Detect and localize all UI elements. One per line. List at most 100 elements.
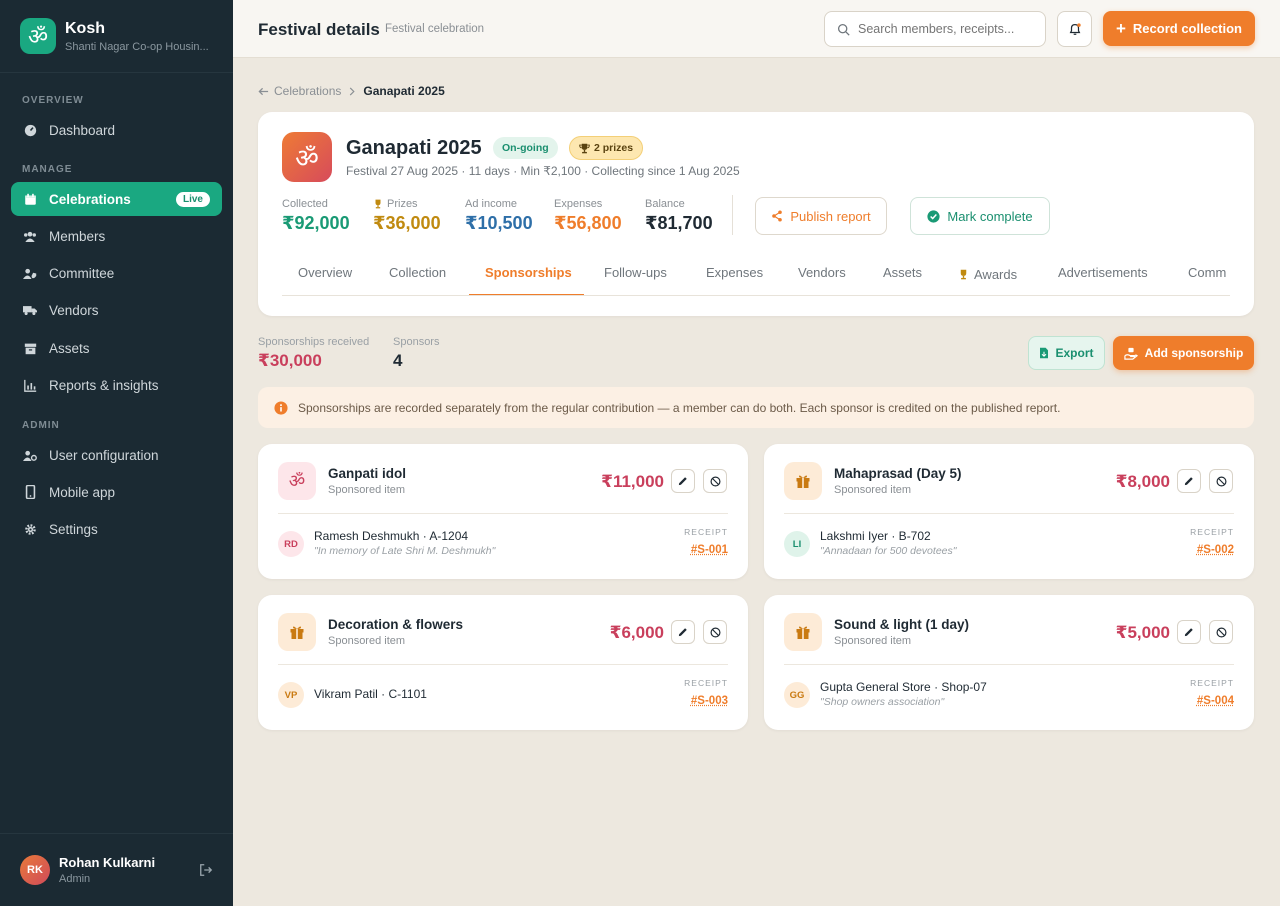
record-collection-label: Record collection	[1132, 21, 1242, 36]
sidebar: ॐ Kosh Shanti Nagar Co-op Housin... OVER…	[0, 0, 233, 906]
chevron-right-icon	[348, 86, 356, 96]
tab-follow-ups[interactable]: Follow-ups	[604, 265, 667, 280]
sponsor-avatar: VP	[278, 682, 304, 708]
users-icon	[23, 229, 37, 243]
sponsorship-amount: ₹6,000	[609, 623, 664, 642]
tab-sponsorships[interactable]: Sponsorships	[485, 265, 572, 280]
void-button[interactable]	[703, 620, 727, 644]
sponsorship-type: Sponsored item	[328, 635, 406, 647]
void-button[interactable]	[1209, 469, 1233, 493]
mark-complete-label: Mark complete	[947, 208, 1033, 224]
tab-collection[interactable]: Collection	[389, 265, 446, 280]
prizes-badge: 2 prizes	[569, 136, 644, 160]
publish-report-button[interactable]: Publish report	[755, 197, 887, 235]
check-circle-icon	[927, 209, 940, 223]
add-sponsorship-button[interactable]: Add sponsorship	[1113, 336, 1254, 370]
tab-overview[interactable]: Overview	[298, 265, 352, 280]
sidebar-item-label: Committee	[49, 265, 115, 281]
stat-label: Collected	[282, 198, 328, 210]
topbar: Festival details Festival celebration + …	[233, 0, 1280, 58]
gift-icon	[784, 462, 822, 500]
export-button[interactable]: Export	[1028, 336, 1105, 370]
divider	[278, 664, 728, 665]
sidebar-item-mobile-app[interactable]: Mobile app	[11, 475, 222, 509]
edit-button[interactable]	[671, 469, 695, 493]
breadcrumb-current: Ganapati 2025	[363, 84, 445, 98]
sidebar-item-assets[interactable]: Assets	[11, 331, 222, 365]
sidebar-item-reports[interactable]: Reports & insights	[11, 368, 222, 402]
sponsor-note: "Annadaan for 500 devotees"	[820, 545, 957, 557]
bell-icon	[1068, 22, 1082, 36]
receipt-link[interactable]: #S-004	[1197, 695, 1234, 707]
sidebar-item-vendors[interactable]: Vendors	[11, 293, 222, 327]
trophy-icon	[373, 199, 383, 209]
sidebar-item-celebrations[interactable]: Celebrations Live	[11, 182, 222, 216]
tab-label: Awards	[974, 267, 1018, 282]
active-tab-indicator	[469, 294, 584, 295]
ban-icon	[1216, 476, 1227, 487]
mark-complete-button[interactable]: Mark complete	[910, 197, 1050, 235]
tab-expenses[interactable]: Expenses	[706, 265, 763, 280]
add-sponsorship-label: Add sponsorship	[1144, 346, 1244, 360]
sidebar-item-label: Dashboard	[49, 122, 116, 138]
tab-awards[interactable]: Awards	[958, 267, 1017, 282]
sponsor-avatar: LI	[784, 531, 810, 557]
search-input[interactable]	[858, 22, 1028, 36]
notifications-button[interactable]	[1057, 11, 1092, 47]
sidebar-item-label: Members	[49, 228, 106, 244]
sidebar-item-members[interactable]: Members	[11, 219, 222, 253]
sponsor-name: Lakshmi Iyer · B-702	[820, 529, 931, 543]
stat-balance: Balance ₹81,700	[645, 198, 713, 234]
stat-collected: Collected ₹92,000	[282, 198, 350, 234]
edit-button[interactable]	[671, 620, 695, 644]
sidebar-item-user-configuration[interactable]: User configuration	[11, 438, 222, 472]
sponsorship-type: Sponsored item	[834, 635, 912, 647]
gift-icon	[278, 613, 316, 651]
record-collection-button[interactable]: + Record collection	[1103, 11, 1255, 46]
void-button[interactable]	[1209, 620, 1233, 644]
info-text: Sponsorships are recorded separately fro…	[298, 400, 1061, 415]
edit-button[interactable]	[1177, 620, 1201, 644]
receipt-link[interactable]: #S-001	[691, 544, 728, 556]
tab-vendors[interactable]: Vendors	[798, 265, 846, 280]
arrow-left-icon	[258, 86, 269, 97]
plus-icon: +	[1115, 19, 1126, 38]
receipt-link[interactable]: #S-002	[1197, 544, 1234, 556]
tab-comm[interactable]: Comm	[1188, 265, 1226, 280]
archive-icon	[23, 341, 37, 355]
info-banner: Sponsorships are recorded separately fro…	[258, 387, 1254, 428]
edit-button[interactable]	[1177, 469, 1201, 493]
file-export-icon	[1039, 347, 1049, 359]
nav-section-admin: ADMIN	[22, 420, 60, 431]
calendar-icon	[23, 192, 37, 206]
logout-icon[interactable]	[199, 863, 213, 877]
void-button[interactable]	[703, 469, 727, 493]
stat-value: ₹10,500	[465, 213, 533, 233]
tab-assets[interactable]: Assets	[883, 265, 922, 280]
publish-report-label: Publish report	[790, 208, 871, 224]
search-box[interactable]	[824, 11, 1046, 47]
tab-advertisements[interactable]: Advertisements	[1058, 265, 1148, 280]
sponsorship-type: Sponsored item	[328, 484, 406, 496]
sidebar-item-dashboard[interactable]: Dashboard	[11, 113, 222, 147]
receipt-link[interactable]: #S-003	[691, 695, 728, 707]
festival-meta: Festival 27 Aug 2025 · 11 days · Min ₹2,…	[346, 164, 740, 178]
sponsors-count-label: Sponsors	[393, 336, 440, 348]
om-icon: ॐ	[282, 132, 332, 182]
receipt-label: RECEIPT	[1190, 527, 1234, 537]
sponsorship-card: Sound & light (1 day) Sponsored item ₹5,…	[764, 595, 1254, 730]
om-icon: ॐ	[278, 462, 316, 500]
sidebar-item-committee[interactable]: Committee	[11, 256, 222, 290]
sidebar-item-settings[interactable]: Settings	[11, 512, 222, 546]
festival-tabs: Overview Collection Sponsorships Follow-…	[282, 254, 1230, 296]
trophy-icon	[579, 143, 590, 154]
sponsorship-title: Mahaprasad (Day 5)	[834, 466, 962, 481]
gift-icon	[784, 613, 822, 651]
page-title: Festival details	[258, 20, 380, 39]
stat-label: Ad income	[465, 198, 517, 210]
nav-section-manage: MANAGE	[22, 164, 73, 175]
breadcrumb-celebrations-link[interactable]: Celebrations	[274, 84, 341, 98]
sidebar-item-label: User configuration	[49, 447, 159, 463]
sponsorship-card: ॐ Ganpati idol Sponsored item ₹11,000 RD…	[258, 444, 748, 579]
sponsorship-title: Ganpati idol	[328, 466, 407, 481]
